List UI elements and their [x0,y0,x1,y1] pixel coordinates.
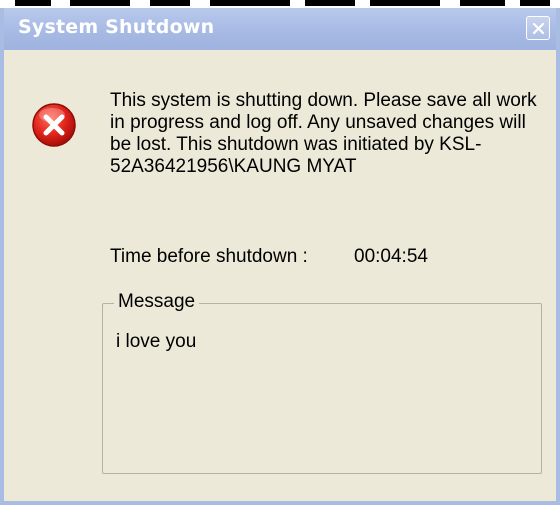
cropped-top-strip [0,0,560,8]
message-group-box [102,303,542,474]
error-icon [32,103,76,147]
shutdown-dialog: System Shutdown This system is shutting … [0,8,560,505]
close-button[interactable] [526,16,550,40]
window-title: System Shutdown [18,16,215,38]
message-group-label: Message [114,291,200,313]
title-bar[interactable]: System Shutdown [4,8,556,50]
message-text: i love you [116,331,197,352]
timer-label: Time before shutdown : [110,246,308,267]
shutdown-message: This system is shutting down. Please sav… [110,90,537,177]
timer-value: 00:04:54 [354,246,428,267]
close-icon [532,22,545,35]
